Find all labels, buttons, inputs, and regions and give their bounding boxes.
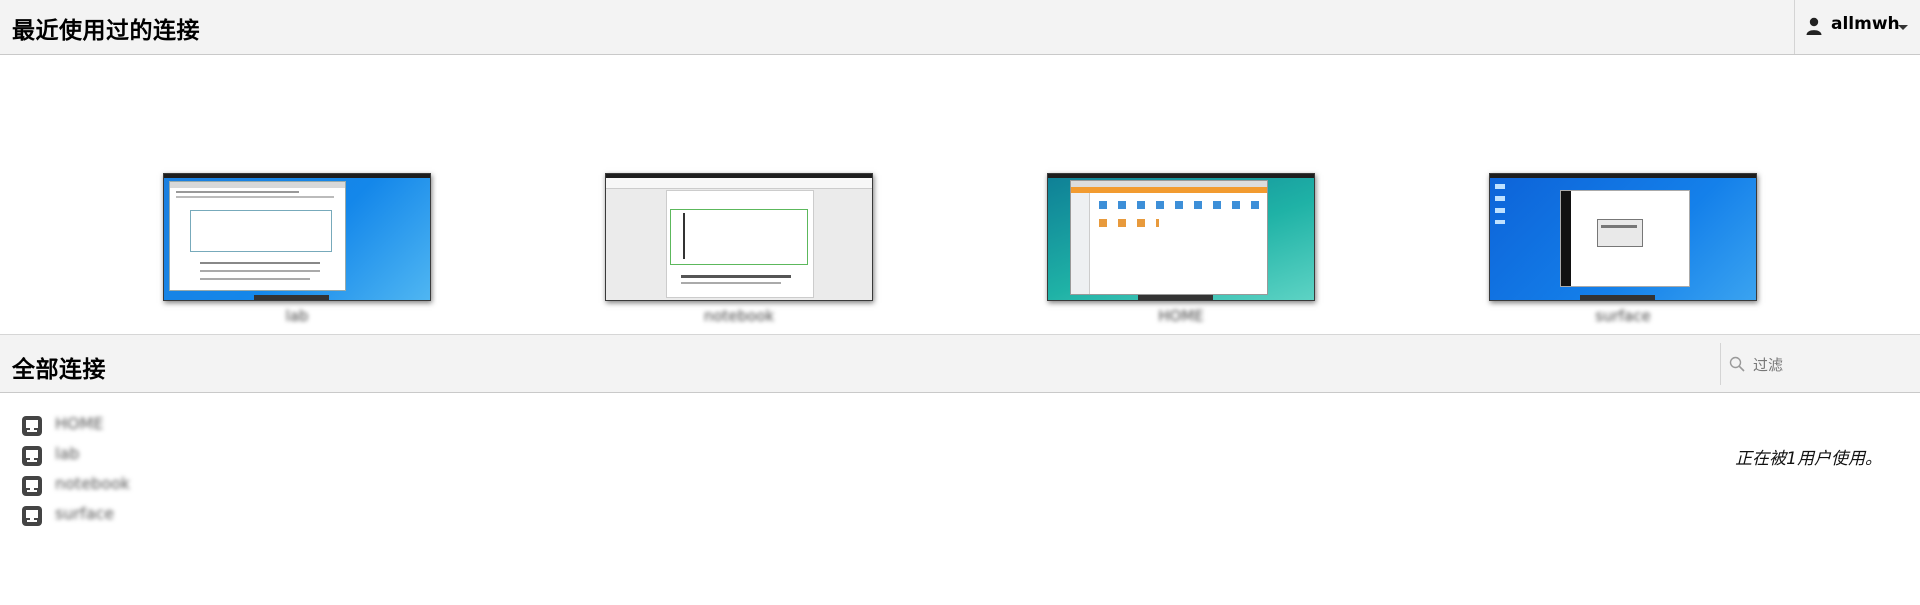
filter-box[interactable] [1720, 343, 1920, 385]
connection-thumbnail [1047, 173, 1315, 301]
connection-thumbnail [605, 173, 873, 301]
connection-item-label: surface [55, 504, 115, 523]
recent-connections-header: 最近使用过的连接 allmwh [0, 0, 1920, 55]
monitor-icon [22, 416, 42, 436]
connection-thumbnail [1489, 173, 1757, 301]
recent-connection-home[interactable]: HOME [1047, 173, 1315, 325]
active-users-status: 正在被1用户使用。 [1735, 449, 1882, 469]
recent-connection-name: lab [285, 307, 309, 325]
filter-input[interactable] [1751, 351, 1915, 379]
recent-connections-title: 最近使用过的连接 [12, 18, 200, 44]
connection-item-surface[interactable]: surface [20, 502, 220, 532]
connection-item-notebook[interactable]: notebook [20, 472, 220, 502]
recent-connection-name: surface [1595, 307, 1651, 325]
connection-list: HOME lab notebook surface [20, 412, 220, 532]
recent-connection-name: HOME [1158, 307, 1204, 325]
monitor-icon [22, 446, 42, 466]
username: allmwh [1831, 14, 1900, 34]
user-icon [1806, 17, 1822, 35]
chevron-down-icon [1898, 25, 1908, 30]
connection-item-label: notebook [55, 474, 131, 493]
recent-connection-name: notebook [703, 307, 775, 325]
connection-item-label: HOME [55, 414, 104, 433]
recent-connections-panel: lab notebook HOME surface [0, 56, 1920, 334]
search-icon [1729, 356, 1745, 372]
monitor-icon [22, 476, 42, 496]
connection-item-label: lab [55, 444, 80, 463]
recent-connection-surface[interactable]: surface [1489, 173, 1757, 325]
user-menu[interactable]: allmwh [1794, 0, 1920, 54]
monitor-icon [22, 506, 42, 526]
all-connections-header: 全部连接 [0, 334, 1920, 393]
connection-item-lab[interactable]: lab [20, 442, 220, 472]
connection-item-home[interactable]: HOME [20, 412, 220, 442]
all-connections-title: 全部连接 [12, 357, 106, 383]
connection-thumbnail [163, 173, 431, 301]
recent-connection-lab[interactable]: lab [163, 173, 431, 325]
recent-connection-notebook[interactable]: notebook [605, 173, 873, 325]
